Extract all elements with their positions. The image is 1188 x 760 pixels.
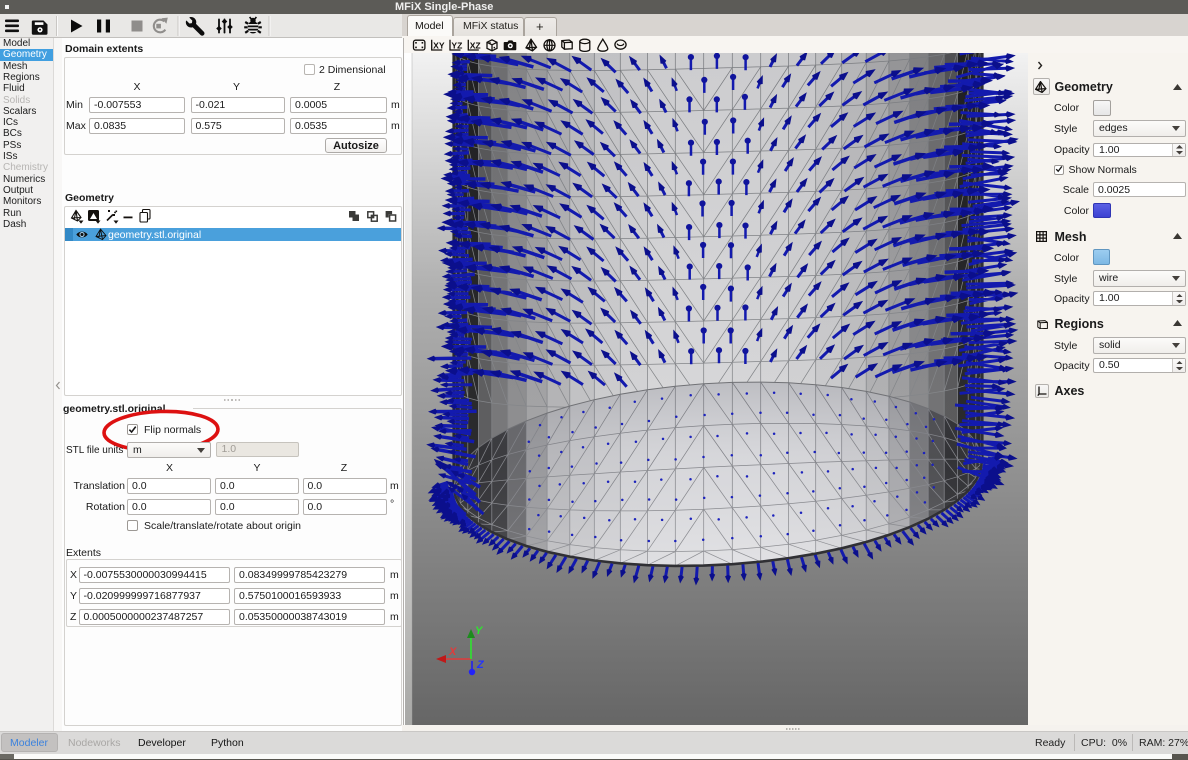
svg-text:XZ: XZ: [470, 40, 481, 50]
svg-text:YZ: YZ: [451, 40, 462, 50]
svg-text:X: X: [448, 646, 457, 658]
svg-text:XY: XY: [433, 40, 445, 50]
svg-text:Z: Z: [476, 659, 485, 671]
